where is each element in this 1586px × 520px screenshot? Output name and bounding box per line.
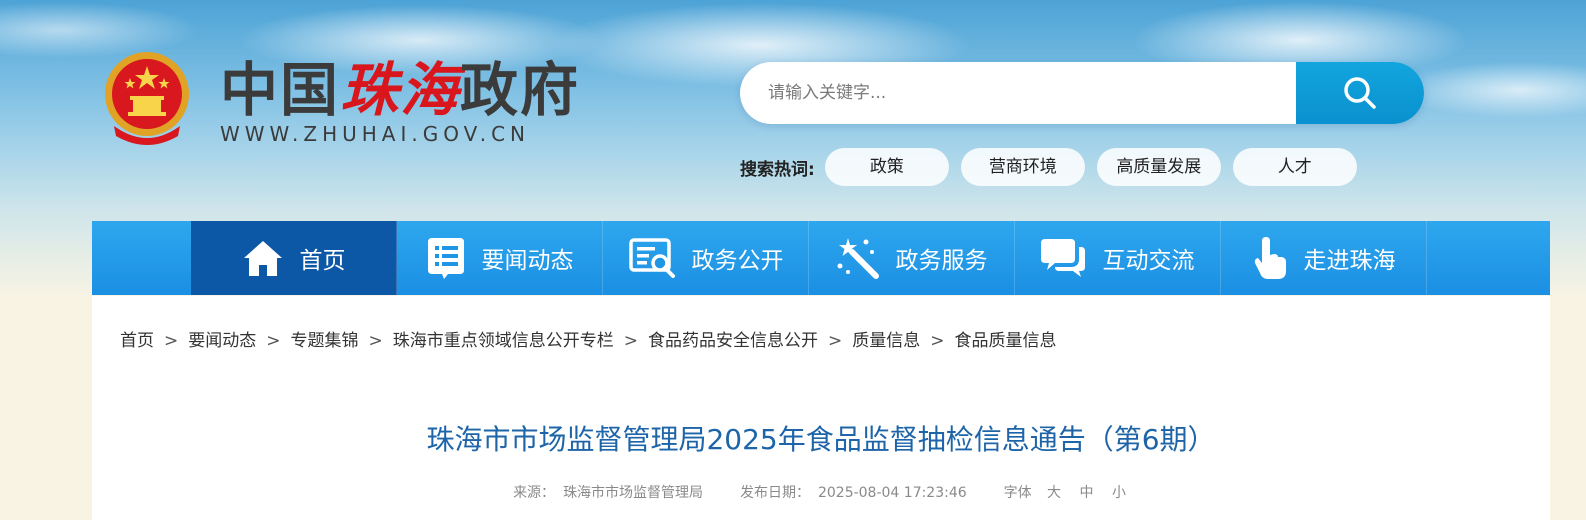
breadcrumb-link-news[interactable]: 要闻动态 [188, 331, 256, 351]
font-size-small-button[interactable]: 小 [1112, 485, 1126, 501]
site-title-part1: 中国 [220, 56, 341, 124]
breadcrumb-link-food-drug-safety[interactable]: 食品药品安全信息公开 [648, 331, 818, 351]
font-size-large-button[interactable]: 大 [1047, 485, 1061, 501]
breadcrumb-separator: > [266, 331, 281, 351]
search-icon [1344, 77, 1376, 109]
search-button[interactable] [1296, 62, 1424, 124]
search-input[interactable] [740, 62, 1296, 124]
gov-open-icon [628, 238, 675, 278]
hot-search: 搜索热词: 政策 营商环境 高质量发展 人才 [740, 148, 1369, 186]
hot-tag-high-quality-development[interactable]: 高质量发展 [1096, 148, 1221, 186]
breadcrumb-separator: > [164, 331, 179, 351]
breadcrumb-link-quality-info[interactable]: 质量信息 [852, 331, 920, 351]
hot-search-label: 搜索热词: [740, 159, 815, 180]
touch-hand-icon [1254, 237, 1286, 279]
breadcrumb-link-food-quality-info[interactable]: 食品质量信息 [955, 331, 1057, 351]
nav-item-label: 互动交流 [1102, 248, 1195, 274]
search-box [740, 62, 1424, 124]
source-label: 来源： [513, 485, 556, 501]
nav-item-label: 走进珠海 [1303, 248, 1396, 274]
hot-tag-talent[interactable]: 人才 [1232, 148, 1357, 186]
nav-item-news[interactable]: 要闻动态 [397, 221, 603, 295]
nav-item-gov-open[interactable]: 政务公开 [603, 221, 809, 295]
nav-item-label: 首页 [299, 248, 346, 274]
breadcrumb-separator: > [930, 331, 945, 351]
breadcrumb-link-home[interactable]: 首页 [120, 331, 154, 351]
breadcrumb-link-topics[interactable]: 专题集锦 [291, 331, 359, 351]
home-icon [243, 241, 282, 276]
nav-item-interaction[interactable]: 互动交流 [1015, 221, 1221, 295]
service-wand-icon [837, 238, 879, 279]
nav-item-gov-service[interactable]: 政务服务 [809, 221, 1015, 295]
hot-tag-business-environment[interactable]: 营商环境 [960, 148, 1085, 186]
breadcrumb-link-key-areas[interactable]: 珠海市重点领域信息公开专栏 [393, 331, 614, 351]
main-nav: 首页 要闻动态 政务公开 政务服务 互动交流 走进珠海 [92, 221, 1550, 295]
site-title-part2: 珠海 [340, 56, 461, 124]
article-meta: 来源： 珠海市市场监督管理局 发布日期： 2025-08-04 17:23:46 字… [92, 482, 1550, 502]
national-emblem-icon [105, 52, 189, 145]
site-url: WWW.ZHUHAI.GOV.CN [220, 122, 531, 146]
chat-icon [1040, 239, 1085, 277]
font-size-label: 字体 [1003, 485, 1032, 501]
nav-item-about-zhuhai[interactable]: 走进珠海 [1221, 221, 1427, 295]
site-title[interactable]: 中国珠海政府 [220, 58, 580, 122]
nav-item-label: 政务公开 [691, 248, 784, 274]
date-label: 发布日期： [739, 485, 810, 501]
article-title: 珠海市市场监督管理局2025年食品监督抽检信息通告（第6期） [426, 423, 1216, 456]
site-title-part3: 政府 [460, 56, 581, 124]
hot-tag-policy[interactable]: 政策 [824, 148, 949, 186]
font-size-medium-button[interactable]: 中 [1079, 485, 1093, 501]
nav-item-label: 要闻动态 [481, 248, 574, 274]
news-list-icon [427, 238, 464, 279]
breadcrumb-separator: > [623, 331, 638, 351]
breadcrumb: 首页 > 要闻动态 > 专题集锦 > 珠海市重点领域信息公开专栏 > 食品药品安全信息公开 > 质量… [120, 326, 1057, 351]
date-value: 2025-08-04 17:23:46 [817, 485, 967, 501]
breadcrumb-separator: > [828, 331, 843, 351]
nav-item-label: 政务服务 [895, 248, 988, 274]
nav-item-home[interactable]: 首页 [191, 221, 397, 295]
source-value: 珠海市市场监督管理局 [563, 485, 704, 501]
breadcrumb-separator: > [368, 331, 383, 351]
content-area: 首页 > 要闻动态 > 专题集锦 > 珠海市重点领域信息公开专栏 > 食品药品安全信息公开 > 质量… [92, 296, 1550, 520]
